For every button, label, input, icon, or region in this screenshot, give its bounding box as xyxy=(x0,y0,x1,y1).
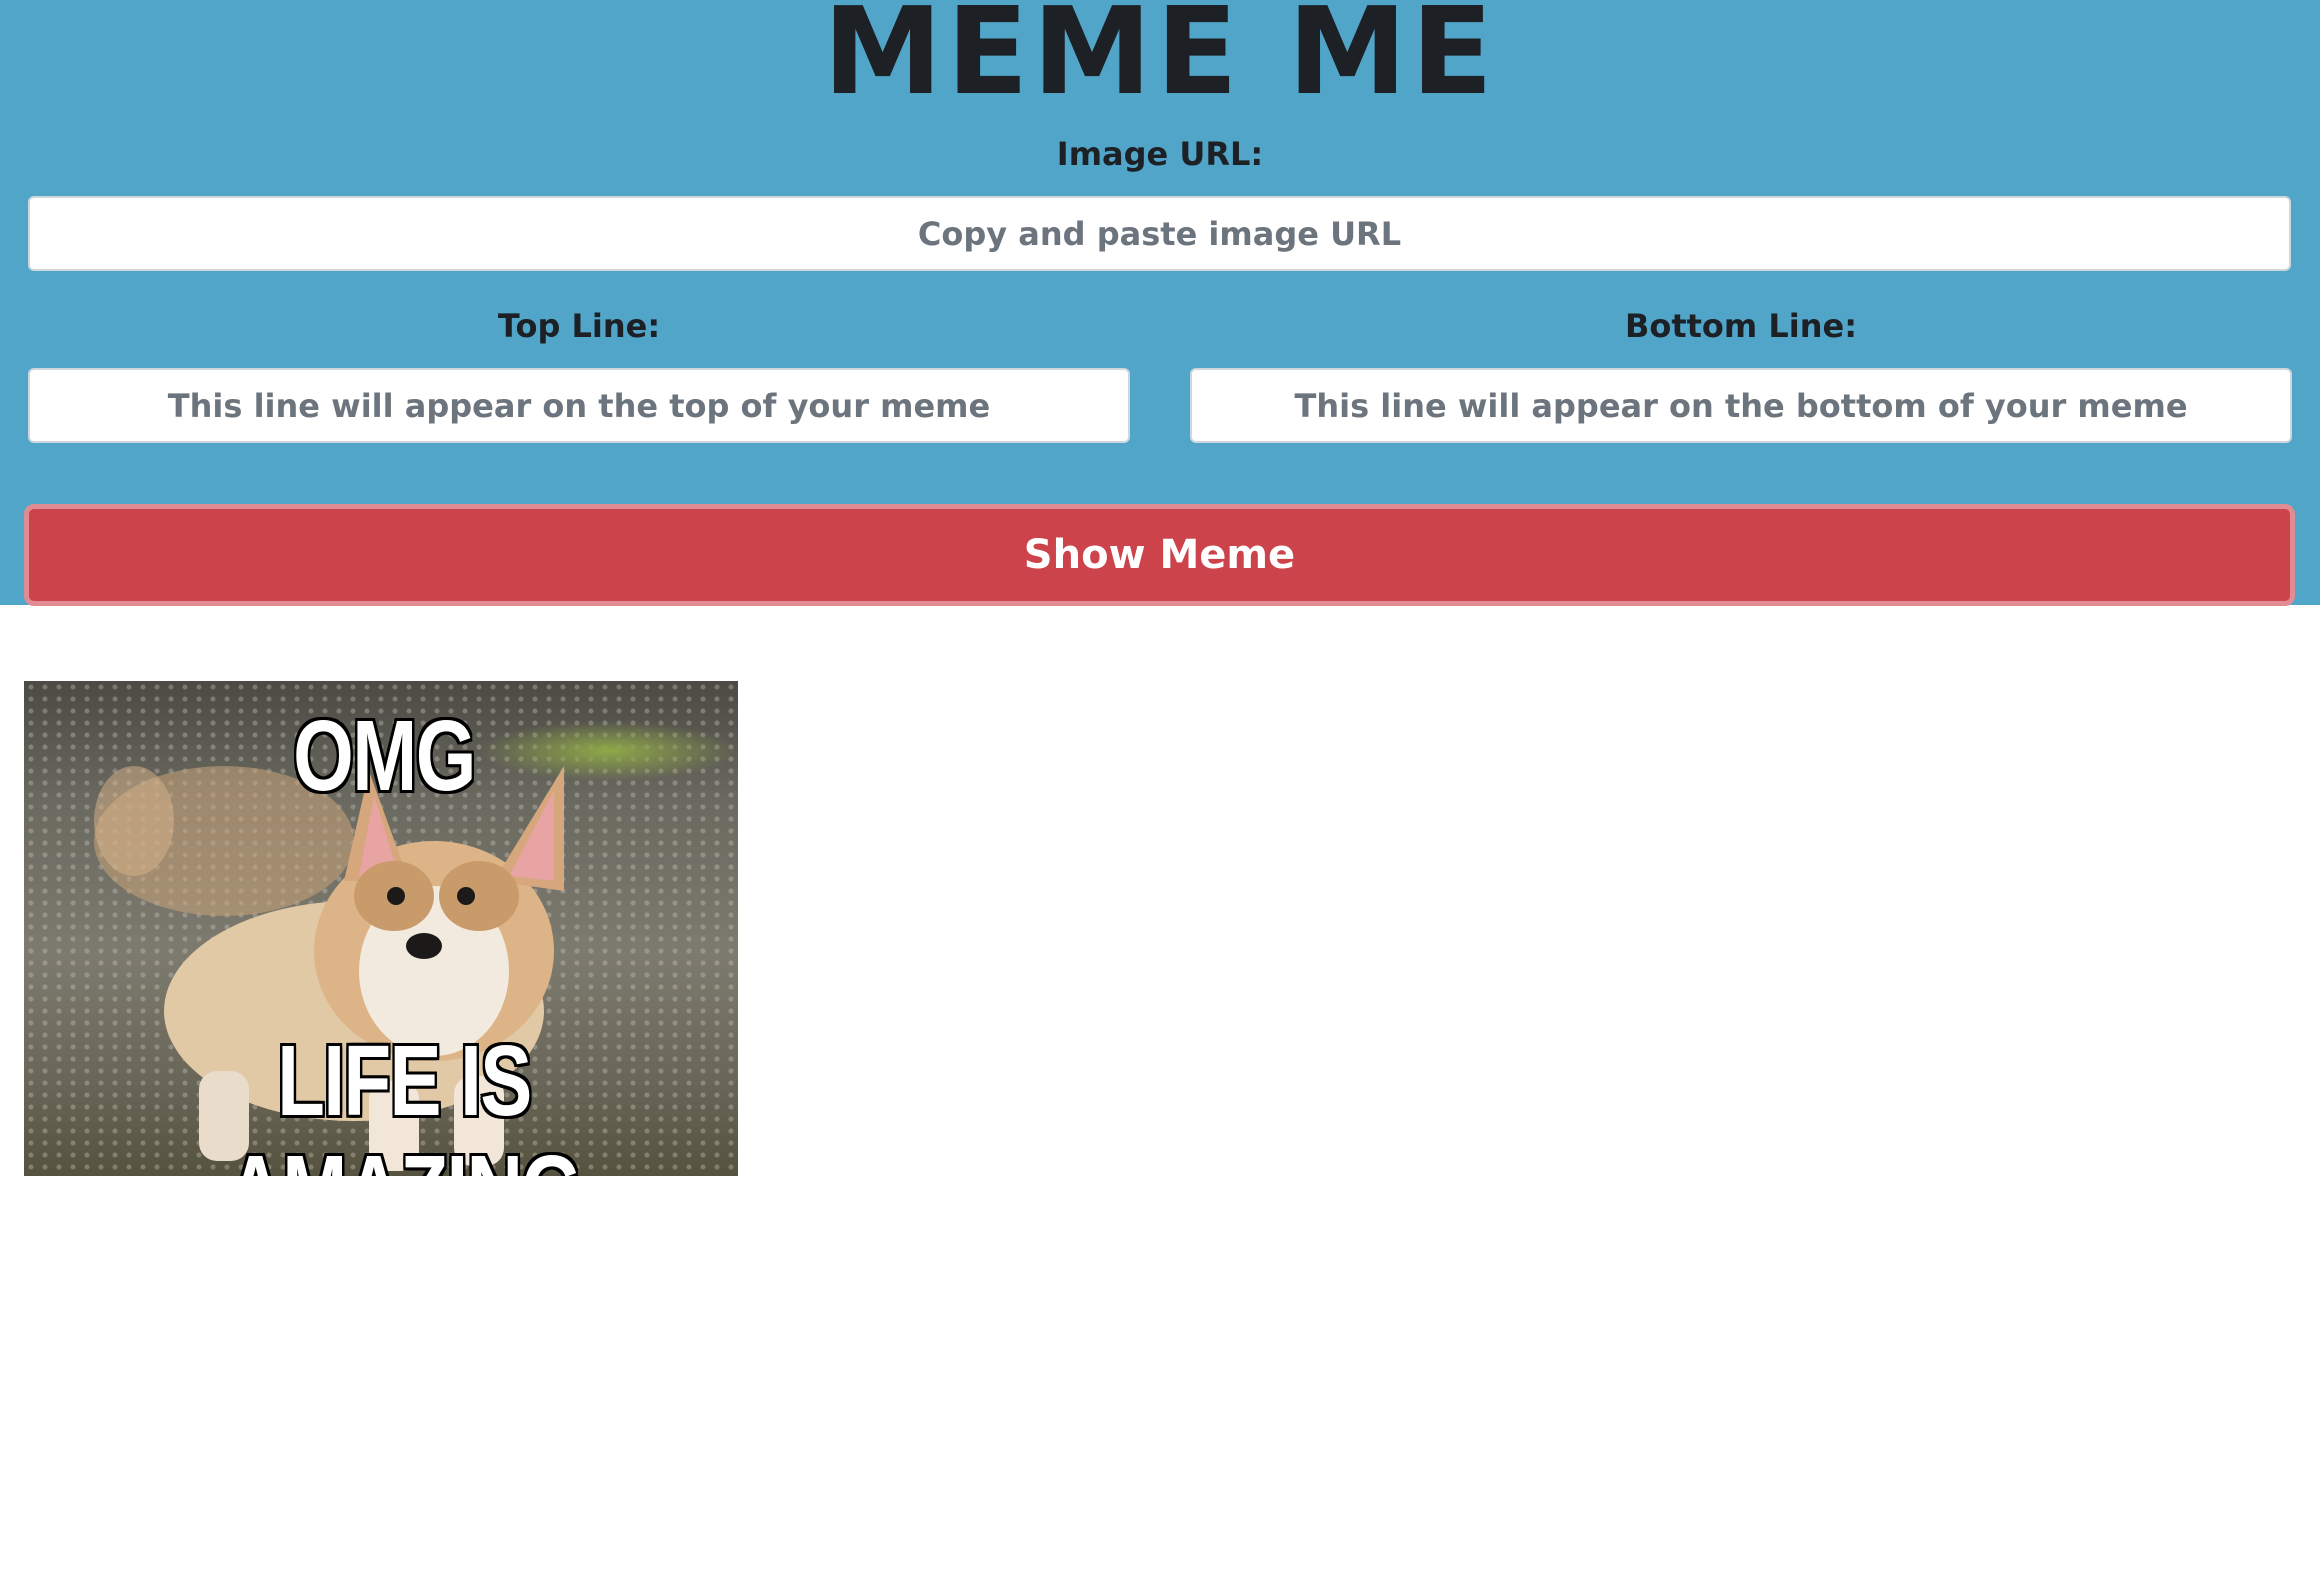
show-meme-button[interactable]: Show Meme xyxy=(24,504,2295,606)
image-url-label: Image URL: xyxy=(1056,135,1264,173)
meme-top-text: OMG xyxy=(293,700,476,812)
top-line-input[interactable] xyxy=(28,368,1130,443)
meme-card: OMG LIFE IS AMAZING xyxy=(24,681,738,1176)
image-url-input[interactable] xyxy=(28,196,2291,271)
bottom-line-input[interactable] xyxy=(1190,368,2292,443)
app-title: MEME ME xyxy=(823,0,1497,122)
top-line-label: Top Line: xyxy=(497,307,661,345)
bottom-line-label: Bottom Line: xyxy=(1624,307,1858,345)
meme-bottom-text: LIFE IS AMAZING xyxy=(227,1025,582,1176)
